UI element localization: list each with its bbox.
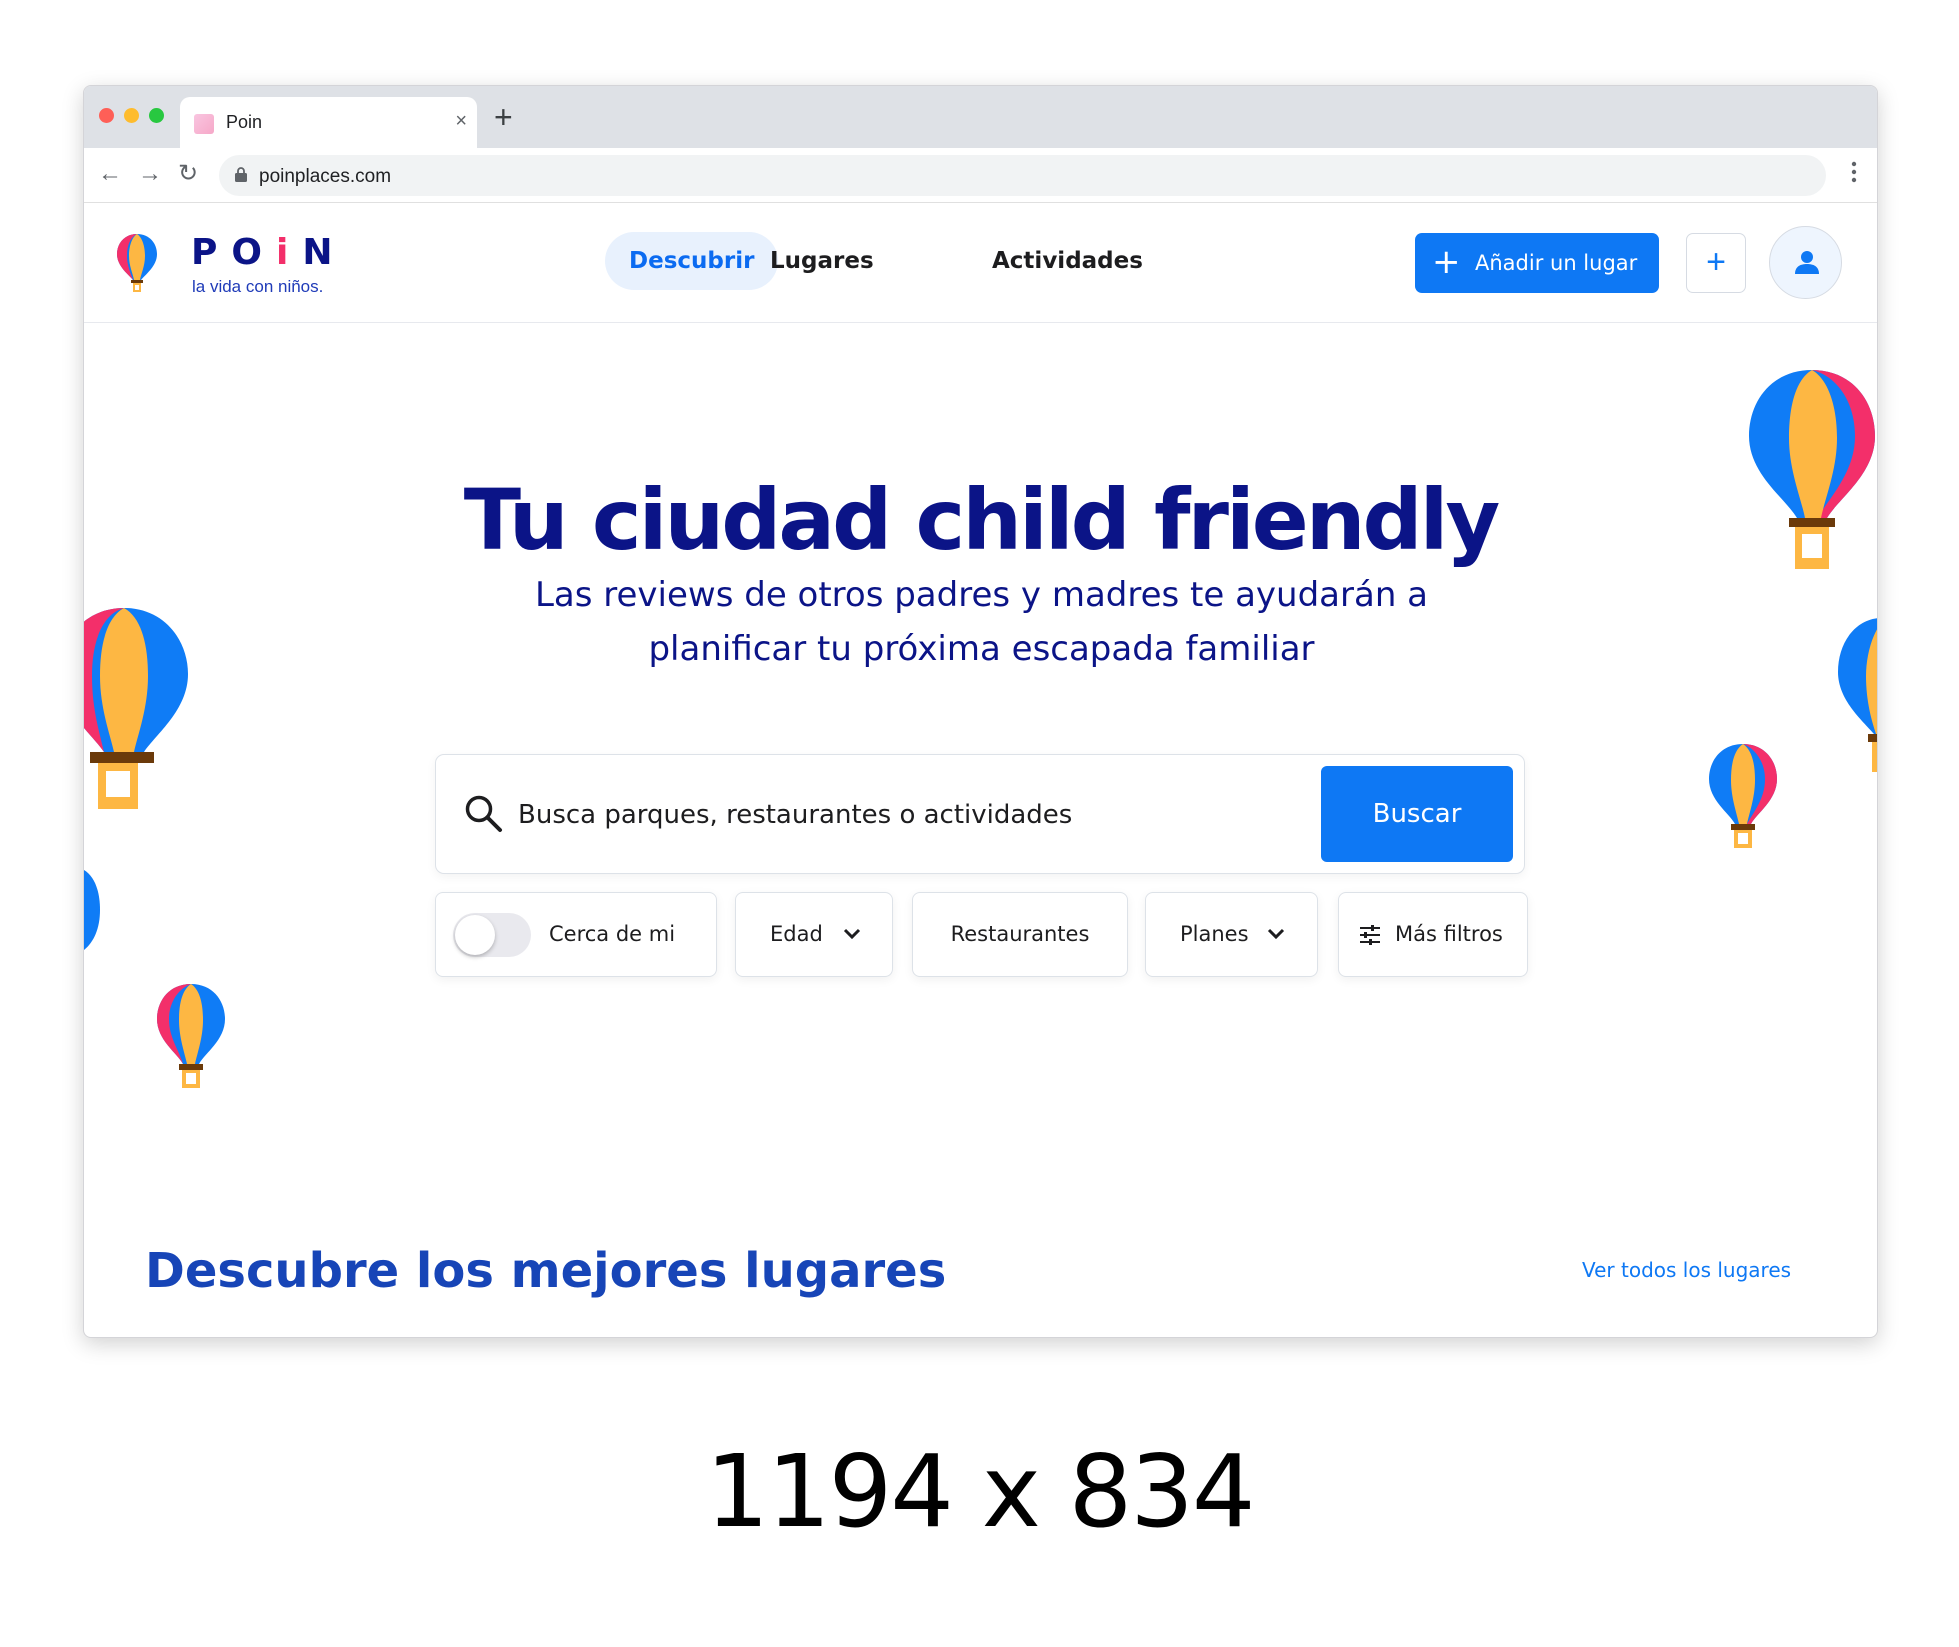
browser-window: Poin × + ← → ↻ poinplaces.com POiN la vi… (83, 85, 1878, 1338)
menu-kebab-icon[interactable] (1851, 161, 1857, 183)
close-window-button[interactable] (99, 108, 114, 123)
dimension-caption: 1194 x 834 (705, 1433, 1255, 1550)
nav-descubrir[interactable]: Descubrir (605, 232, 779, 290)
logo-letter: N (302, 232, 347, 273)
favicon-icon (194, 114, 214, 134)
reload-icon[interactable]: ↻ (178, 161, 198, 187)
nav-actividades[interactable]: Actividades (992, 232, 1143, 290)
filter-restaurants[interactable]: Restaurantes (912, 892, 1128, 977)
filter-plans-dropdown[interactable]: Planes (1145, 892, 1318, 977)
plus-icon: + (1432, 242, 1461, 282)
age-label: Edad (770, 922, 823, 946)
lock-icon (235, 167, 247, 182)
maximize-window-button[interactable] (149, 108, 164, 123)
hero-subtitle: Las reviews de otros padres y madres te … (534, 575, 1429, 669)
near-me-toggle[interactable] (453, 913, 531, 957)
balloon-illustration-icon (84, 608, 188, 809)
back-arrow-icon[interactable]: ← (98, 161, 122, 187)
toggle-knob (455, 915, 495, 955)
balloon-illustration-icon (1709, 744, 1777, 848)
hero-title: Tu ciudad child friendly (463, 471, 1500, 569)
filter-age-dropdown[interactable]: Edad (735, 892, 893, 977)
url-text[interactable]: poinplaces.com (259, 166, 391, 188)
logo-letter: O (231, 232, 276, 273)
balloon-illustration-icon (157, 984, 225, 1088)
logo-wordmark[interactable]: POiN (191, 233, 346, 273)
nav-lugares[interactable]: Lugares (770, 232, 874, 290)
sliders-icon (1360, 925, 1380, 945)
filter-near-me[interactable]: Cerca de mi (435, 892, 717, 977)
tab-strip: Poin × + (84, 86, 1877, 148)
logo-balloon-icon[interactable] (116, 232, 158, 294)
balloon-illustration-icon (84, 870, 100, 950)
tab-close-icon[interactable]: × (455, 109, 467, 133)
logo-letter: i (276, 232, 303, 273)
balloon-illustration-icon (1838, 618, 1877, 772)
plans-label: Planes (1180, 922, 1249, 946)
logo-tagline: la vida con niños. (192, 277, 324, 296)
search-icon (465, 795, 502, 832)
browser-toolbar: ← → ↻ poinplaces.com (84, 148, 1877, 203)
user-avatar-button[interactable] (1769, 226, 1842, 299)
tab-title: Poin (226, 112, 263, 132)
chevron-down-icon (843, 928, 861, 940)
add-place-button[interactable]: + Añadir un lugar (1415, 233, 1659, 293)
address-bar[interactable]: poinplaces.com (219, 155, 1826, 196)
minimize-window-button[interactable] (124, 108, 139, 123)
new-tab-button[interactable]: + (494, 100, 513, 134)
chevron-down-icon (1267, 928, 1285, 940)
section-title: Descubre los mejores lugares (145, 1243, 947, 1299)
user-icon (1795, 251, 1819, 274)
browser-tab[interactable]: Poin × (180, 97, 477, 148)
search-button[interactable]: Buscar (1321, 766, 1513, 862)
near-me-label: Cerca de mi (549, 922, 676, 946)
forward-arrow-icon[interactable]: → (138, 161, 162, 187)
site-header: POiN la vida con niños. Descubrir Lugare… (84, 204, 1877, 323)
search-input[interactable] (518, 785, 1298, 845)
logo-letter: P (191, 232, 232, 273)
quick-add-button[interactable]: + (1686, 233, 1746, 293)
search-box: Buscar (435, 754, 1525, 874)
more-filters-label: Más filtros (1395, 922, 1503, 946)
filter-more[interactable]: Más filtros (1338, 892, 1528, 977)
add-place-label: Añadir un lugar (1475, 251, 1638, 275)
restaurants-label: Restaurantes (950, 922, 1090, 946)
see-all-places-link[interactable]: Ver todos los lugares (1582, 1258, 1791, 1282)
